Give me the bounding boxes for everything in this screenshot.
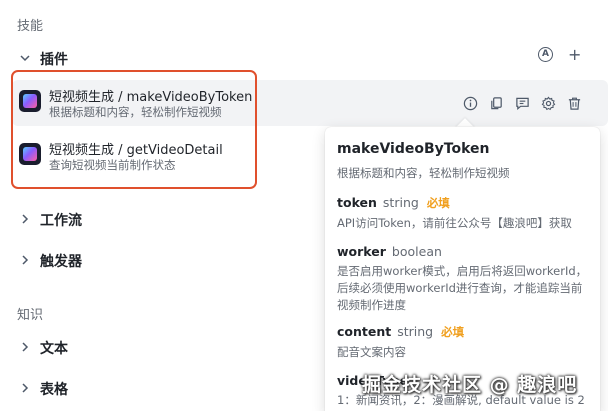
annotation-highlight-box bbox=[11, 70, 257, 189]
param-token: token string 必填 API访问Token，请前往公众号【趣浪吧】获取 bbox=[337, 195, 593, 232]
chevron-right-icon[interactable] bbox=[18, 253, 32, 267]
watermark-text: 掘金技术社区 @ 趣浪吧 bbox=[362, 374, 578, 396]
delete-trash-icon[interactable] bbox=[566, 95, 582, 111]
add-plugin-button[interactable]: + bbox=[568, 46, 581, 62]
text-group-title: 文本 bbox=[40, 341, 68, 357]
param-name: token bbox=[337, 195, 377, 210]
tooltip-title: makeVideoByToken bbox=[337, 141, 490, 157]
chevron-down-icon[interactable] bbox=[18, 51, 32, 65]
settings-gear-icon[interactable] bbox=[540, 95, 556, 111]
copy-icon[interactable] bbox=[488, 95, 504, 111]
info-icon[interactable] bbox=[462, 95, 478, 111]
knowledge-section-label: 知识 bbox=[17, 308, 44, 323]
param-type: string bbox=[382, 195, 419, 210]
param-name: content bbox=[337, 324, 392, 339]
plugin-info-tooltip: makeVideoByToken 根据标题和内容，轻松制作短视频 token st… bbox=[325, 127, 600, 411]
plugins-group-title: 插件 bbox=[40, 52, 68, 68]
param-content: content string 必填 配音文案内容 bbox=[337, 324, 593, 361]
table-group-title: 表格 bbox=[40, 382, 68, 398]
param-description: 是否启用worker模式，启用后将返回workerId，后续必须使用worker… bbox=[337, 264, 588, 312]
param-worker: worker boolean 是否启用worker模式，启用后将返回workerI… bbox=[337, 244, 593, 314]
trigger-group-title: 触发器 bbox=[40, 254, 82, 270]
skills-section-label: 技能 bbox=[17, 19, 44, 34]
required-badge: 必填 bbox=[426, 196, 450, 210]
param-name: worker bbox=[337, 244, 386, 259]
required-badge: 必填 bbox=[441, 325, 465, 339]
param-type: boolean bbox=[391, 244, 442, 259]
chevron-right-icon[interactable] bbox=[18, 340, 32, 354]
chevron-right-icon[interactable] bbox=[18, 212, 32, 226]
param-description: API访问Token，请前往公众号【趣浪吧】获取 bbox=[337, 216, 572, 230]
param-type: string bbox=[397, 324, 434, 339]
tooltip-description: 根据标题和内容，轻松制作短视频 bbox=[337, 166, 510, 180]
chevron-right-icon[interactable] bbox=[18, 381, 32, 395]
edit-prompt-icon[interactable] bbox=[514, 95, 530, 111]
param-description: 配音文案内容 bbox=[337, 345, 406, 359]
workflow-group-title: 工作流 bbox=[40, 213, 82, 229]
auto-call-icon[interactable]: A bbox=[538, 47, 553, 62]
